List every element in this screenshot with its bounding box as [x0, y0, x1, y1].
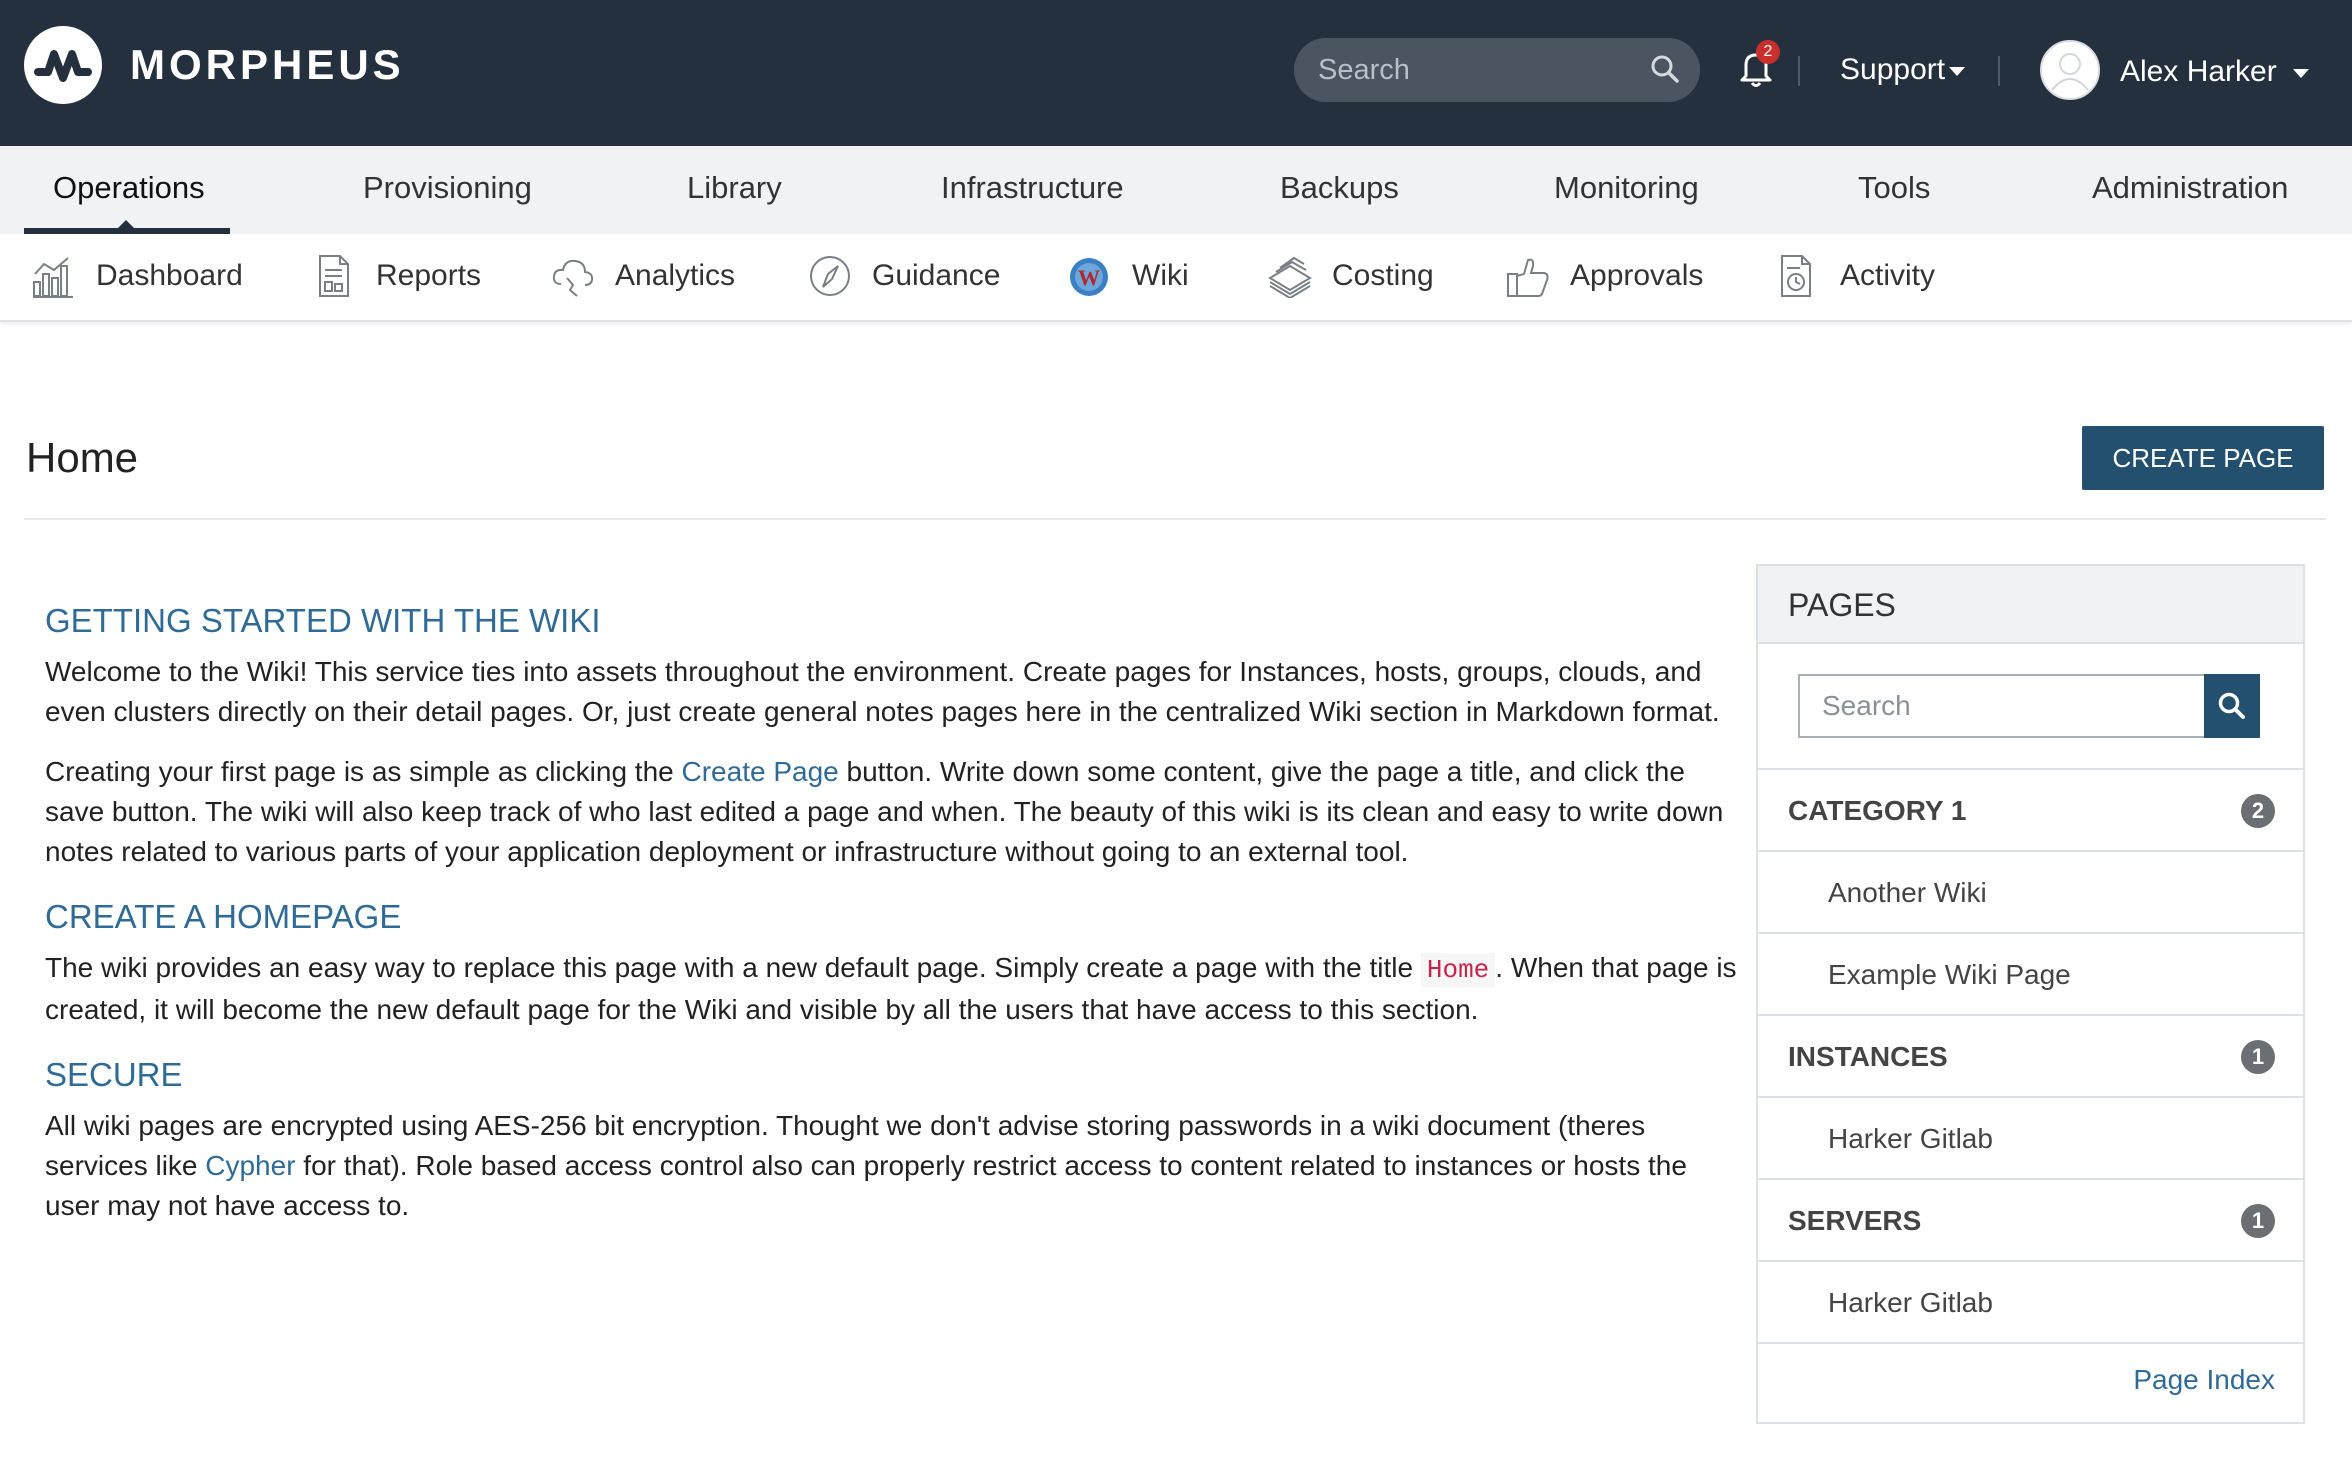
- chevron-down-icon[interactable]: [2293, 68, 2310, 78]
- global-search-input[interactable]: [1318, 38, 1638, 102]
- page-link[interactable]: Harker Gitlab: [1828, 1262, 1993, 1344]
- section-heading: GETTING STARTED WITH THE WIKI: [45, 602, 601, 639]
- main-nav: Operations Provisioning Library Infrastr…: [0, 146, 2352, 234]
- support-menu[interactable]: Support: [1840, 50, 1966, 90]
- subnav-activity[interactable]: Activity: [1776, 234, 1956, 322]
- section-heading: SECURE: [45, 1056, 183, 1093]
- paragraph: All wiki pages are encrypted using AES-2…: [45, 1106, 1745, 1226]
- subnav-dashboard[interactable]: Dashboard: [32, 234, 243, 322]
- divider: [1998, 56, 2000, 86]
- pages-panel-header: PAGES: [1758, 566, 2303, 644]
- subnav-costing[interactable]: Costing: [1268, 234, 1448, 322]
- category-row[interactable]: SERVERS 1: [1758, 1178, 2303, 1260]
- pages-search[interactable]: [1798, 674, 2206, 738]
- text: Creating your first page is as simple as…: [45, 756, 682, 787]
- activity-clock-icon: [1781, 255, 1811, 297]
- pages-search-button[interactable]: [2204, 674, 2260, 738]
- top-bar: MORPHEUS 2 Support Alex Harker: [0, 0, 2352, 146]
- wiki-w-icon: W: [1070, 258, 1108, 296]
- subnav-label[interactable]: Costing: [1332, 234, 1434, 318]
- chevron-down-icon[interactable]: [1949, 66, 1966, 76]
- chart-bar-icon: [33, 257, 73, 298]
- compass-icon: [810, 256, 850, 296]
- tab-infrastructure[interactable]: Infrastructure: [941, 146, 1124, 234]
- page-link-row[interactable]: Example Wiki Page: [1758, 932, 2303, 1014]
- active-tab-pointer: [117, 220, 135, 229]
- tab-administration[interactable]: Administration: [2092, 146, 2288, 234]
- count-badge: 1: [2241, 1040, 2275, 1074]
- user-name[interactable]: Alex Harker: [2120, 55, 2277, 88]
- divider: [24, 518, 2326, 520]
- page-link-row[interactable]: Harker Gitlab: [1758, 1096, 2303, 1178]
- page-index-link[interactable]: Page Index: [2133, 1360, 2275, 1400]
- tab-backups[interactable]: Backups: [1280, 146, 1399, 234]
- tab-monitoring[interactable]: Monitoring: [1554, 146, 1699, 234]
- category-name[interactable]: CATEGORY 1: [1788, 770, 1966, 852]
- page-link[interactable]: Another Wiki: [1828, 852, 1987, 934]
- search-icon[interactable]: [1650, 54, 1680, 89]
- subnav-label[interactable]: Dashboard: [96, 234, 243, 318]
- subnav-label[interactable]: Wiki: [1132, 234, 1189, 318]
- paragraph: Welcome to the Wiki! This service ties i…: [45, 652, 1745, 732]
- divider: [1798, 56, 1800, 86]
- brand-name[interactable]: MORPHEUS: [130, 40, 405, 90]
- count-badge: 2: [2241, 794, 2275, 828]
- page-link[interactable]: Harker Gitlab: [1828, 1098, 1993, 1180]
- create-page-button[interactable]: CREATE PAGE: [2082, 426, 2324, 490]
- category-name[interactable]: INSTANCES: [1788, 1016, 1948, 1098]
- svg-text:W: W: [1078, 265, 1100, 290]
- subnav-analytics[interactable]: Analytics: [551, 234, 741, 322]
- inline-code: Home: [1420, 953, 1496, 987]
- user-menu[interactable]: Alex Harker: [2120, 52, 2310, 92]
- count-badge: 1: [2241, 1204, 2275, 1238]
- page-link-row[interactable]: Another Wiki: [1758, 850, 2303, 932]
- category-name[interactable]: SERVERS: [1788, 1180, 1921, 1262]
- subnav-wiki[interactable]: W Wiki: [1068, 234, 1198, 322]
- sub-nav: Dashboard Reports Analytics Guidance W W…: [0, 234, 2352, 322]
- text: format.: [1624, 696, 1720, 727]
- markdown-text: Markdown: [1495, 696, 1625, 727]
- paragraph: The wiki provides an easy way to replace…: [45, 948, 1745, 1030]
- category-row[interactable]: CATEGORY 1 2: [1758, 768, 2303, 850]
- paragraph: Creating your first page is as simple as…: [45, 752, 1745, 872]
- tab-provisioning[interactable]: Provisioning: [363, 146, 532, 234]
- subnav-approvals[interactable]: Approvals: [1506, 234, 1706, 322]
- thumbs-up-icon: [1507, 258, 1549, 297]
- pages-panel: PAGES CATEGORY 1 2 Another Wiki Example …: [1756, 564, 2305, 1424]
- support-label[interactable]: Support: [1840, 53, 1945, 86]
- section-heading: CREATE A HOMEPAGE: [45, 898, 402, 935]
- avatar[interactable]: [2040, 40, 2100, 100]
- pages-search-input[interactable]: [1822, 676, 2192, 736]
- category-row[interactable]: INSTANCES 1: [1758, 1014, 2303, 1096]
- money-stack-icon: [1268, 256, 1312, 298]
- text: The wiki provides an easy way to replace…: [45, 952, 1421, 983]
- page-title: Home: [26, 434, 139, 481]
- notification-badge[interactable]: 2: [1756, 40, 1780, 64]
- wiki-article: GETTING STARTED WITH THE WIKI Welcome to…: [45, 596, 1745, 1246]
- global-search[interactable]: [1294, 38, 1700, 102]
- page-link[interactable]: Example Wiki Page: [1828, 934, 2071, 1016]
- cypher-link[interactable]: Cypher: [205, 1150, 295, 1181]
- cloud-analytics-icon: [552, 259, 594, 297]
- subnav-reports[interactable]: Reports: [312, 234, 482, 322]
- subnav-guidance[interactable]: Guidance: [808, 234, 1000, 322]
- create-page-link[interactable]: Create Page: [682, 756, 839, 787]
- subnav-label[interactable]: Guidance: [872, 234, 1000, 318]
- page-link-row[interactable]: Harker Gitlab: [1758, 1260, 2303, 1342]
- subnav-label[interactable]: Approvals: [1570, 234, 1703, 318]
- tab-library[interactable]: Library: [687, 146, 782, 234]
- search-icon: [2218, 692, 2245, 719]
- subnav-label[interactable]: Activity: [1840, 234, 1935, 318]
- report-document-icon: [319, 255, 349, 297]
- morpheus-logo-icon[interactable]: [24, 26, 102, 104]
- pages-panel-title: PAGES: [1788, 587, 1896, 623]
- subnav-label[interactable]: Analytics: [615, 234, 735, 318]
- tab-tools[interactable]: Tools: [1858, 146, 1930, 234]
- text: Welcome to the Wiki! This service ties i…: [45, 656, 1702, 727]
- subnav-label[interactable]: Reports: [376, 234, 481, 318]
